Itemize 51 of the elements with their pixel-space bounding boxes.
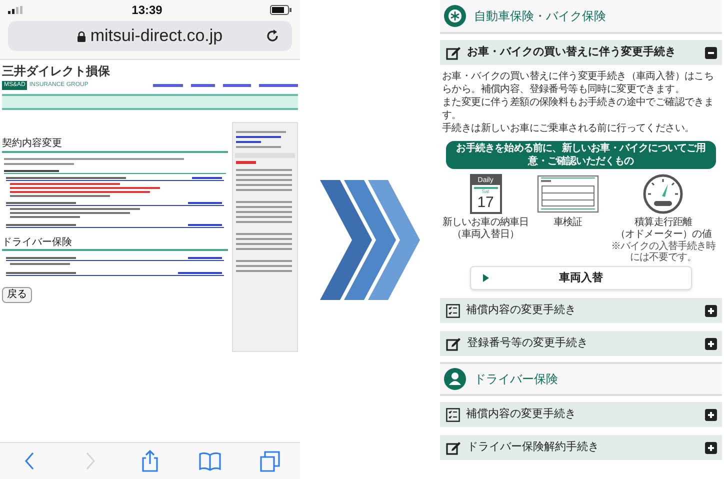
- lock-icon: [77, 30, 86, 42]
- status-time: 13:39: [132, 2, 162, 19]
- accordion-title: 補償内容の変更手続き: [466, 406, 577, 422]
- accordion-header[interactable]: 登録番号等の変更手続き: [440, 331, 722, 356]
- accordion-title: 補償内容の変更手続き: [466, 302, 577, 318]
- edit-icon: [446, 46, 461, 60]
- page-heading: 契約内容変更: [2, 138, 228, 152]
- expand-icon[interactable]: [705, 442, 717, 454]
- calendar-day: 17: [477, 195, 494, 210]
- description-text: また変更に伴う差額の保険料もお手続きの途中でご確認できます。: [442, 96, 715, 122]
- accordion-header[interactable]: 補償内容の変更手続き: [440, 298, 722, 323]
- tabs-icon[interactable]: [258, 449, 282, 473]
- requirement-label: 積算走行距離: [634, 217, 692, 229]
- battery-icon: [270, 5, 292, 15]
- edit-icon: [446, 336, 461, 350]
- expand-icon[interactable]: [705, 338, 717, 350]
- site-logo: 三井ダイレクト損保: [2, 64, 111, 79]
- speedometer-icon: [643, 174, 684, 214]
- section-heading: ドライバー保険: [2, 236, 228, 251]
- edit-icon: [446, 440, 461, 454]
- url-text: mitsui-direct.co.jp: [90, 25, 223, 48]
- requirement-label: （車両入替日）: [452, 229, 520, 241]
- accordion-title: ドライバー保険解約手続き: [467, 440, 600, 456]
- accordion-title: お車・バイクの買い替えに伴う変更手続き: [467, 44, 677, 60]
- requirement-label: （オドメーター）の値: [615, 229, 712, 240]
- section-title: ドライバー保険: [474, 371, 558, 388]
- expand-icon[interactable]: [705, 408, 717, 420]
- requirement-label: 新しいお車の納車日: [442, 217, 529, 228]
- asterisk-circle-icon: [444, 5, 466, 27]
- accordion-header[interactable]: ドライバー保険解約手続き: [440, 435, 722, 460]
- collapse-icon[interactable]: [705, 46, 717, 58]
- back-button[interactable]: 戻る: [2, 287, 32, 303]
- section-title: 自動車保険・バイク保険: [474, 8, 606, 25]
- reload-icon[interactable]: [266, 29, 280, 43]
- notice-banner: お手続きを始める前に、新しいお車・バイクについてご用意・ご確認いただくもの: [446, 141, 716, 169]
- play-icon: [483, 274, 489, 282]
- checklist-icon: [446, 304, 460, 318]
- requirement-label: 車検証: [554, 217, 582, 229]
- requirement-note: ※バイクの入替手続き時には不要です。: [610, 241, 717, 263]
- signal-icon: [8, 6, 24, 14]
- checklist-icon: [446, 408, 460, 422]
- vehicle-change-button[interactable]: 車両入替: [470, 266, 692, 290]
- person-circle-icon: [444, 368, 466, 390]
- certificate-icon: [536, 175, 599, 213]
- expand-icon[interactable]: [705, 304, 717, 316]
- description-text: お車・バイクの買い替えに伴う変更手続き（車両入替）はこちらから。補償内容、登録番号等も同時に変更できます。: [442, 70, 715, 96]
- description-text: 手続きは新しいお車にご乗車される前に行ってください。: [442, 122, 696, 135]
- address-bar[interactable]: mitsui-direct.co.jp: [8, 21, 292, 51]
- accordion-header[interactable]: お車・バイクの買い替えに伴う変更手続き: [440, 40, 722, 65]
- accordion-title: 登録番号等の変更手続き: [467, 336, 589, 352]
- accordion-header[interactable]: 補償内容の変更手続き: [440, 402, 722, 427]
